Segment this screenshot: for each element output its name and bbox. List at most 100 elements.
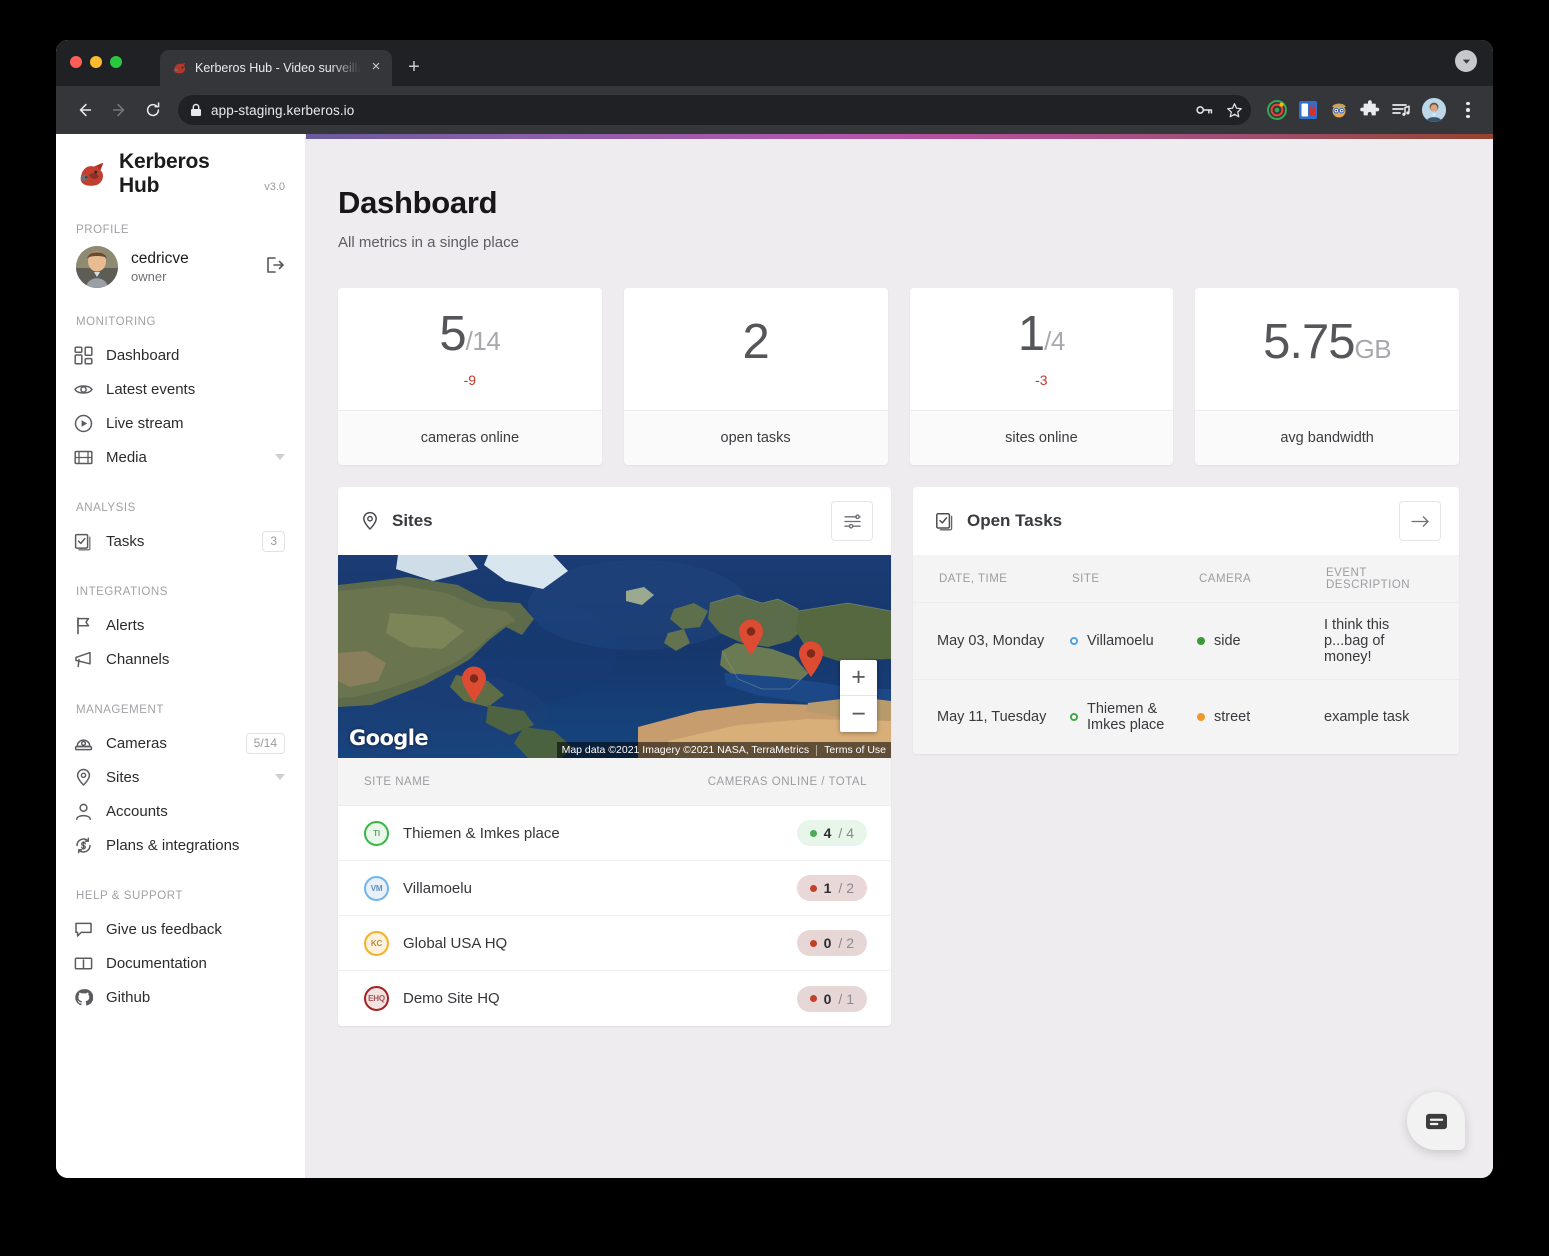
maximize-window-button[interactable] xyxy=(110,56,122,68)
map-pin-marker[interactable] xyxy=(797,640,825,678)
sidebar-item-label: Github xyxy=(106,988,151,1006)
cameras-total-count: / 2 xyxy=(838,880,854,896)
password-key-icon[interactable] xyxy=(1195,103,1214,117)
new-tab-button[interactable]: + xyxy=(399,53,429,83)
chat-support-button[interactable] xyxy=(1407,1092,1465,1150)
column-header-site-name: SITE NAME xyxy=(364,775,431,788)
profile-role: owner xyxy=(131,268,167,284)
column-header-cameras-online-total: CAMERAS ONLINE / TOTAL xyxy=(707,775,867,788)
sidebar-item-alerts[interactable]: Alerts xyxy=(56,608,305,642)
lock-icon xyxy=(191,103,201,116)
sidebar: Kerberos Hub v3.0 PROFILE cedricve owner… xyxy=(56,134,306,1178)
megaphone-icon xyxy=(74,650,93,669)
logout-icon[interactable] xyxy=(263,254,285,281)
page-subtitle: All metrics in a single place xyxy=(338,234,519,251)
sidebar-item-latest-events[interactable]: Latest events xyxy=(56,372,305,406)
sidebar-item-channels[interactable]: Channels xyxy=(56,642,305,676)
cameras-total-count: / 2 xyxy=(838,935,854,951)
back-button[interactable] xyxy=(70,95,100,125)
flag-icon xyxy=(74,616,93,635)
sidebar-item-github[interactable]: Github xyxy=(56,980,305,1014)
emoji-extension-icon[interactable] xyxy=(1329,100,1349,120)
stat-number: 5 xyxy=(439,307,466,361)
tasks-badge: 3 xyxy=(262,530,285,552)
profile-row[interactable]: cedricve owner xyxy=(56,246,305,288)
stat-delta: -3 xyxy=(1035,372,1048,388)
arrow-right-icon xyxy=(1410,515,1429,527)
lastpass-extension-icon[interactable] xyxy=(1298,100,1318,120)
media-playlist-icon[interactable] xyxy=(1391,100,1411,120)
profile-username: cedricve xyxy=(131,249,189,267)
close-window-button[interactable] xyxy=(70,56,82,68)
site-avatar: KC xyxy=(364,930,389,956)
map-terms-link[interactable]: Terms of Use xyxy=(824,744,886,756)
table-row[interactable]: EHQ Demo Site HQ 0 / 1 xyxy=(338,971,891,1026)
minimize-window-button[interactable] xyxy=(90,56,102,68)
map-pin-marker[interactable] xyxy=(737,618,765,656)
stat-value: 5.75 GB xyxy=(1263,318,1391,367)
open-tasks-table-header: DATE, TIME SITE CAMERA EVENT DESCRIPTION xyxy=(913,555,1459,603)
film-icon xyxy=(74,448,93,467)
table-row[interactable]: KC Global USA HQ 0 / 2 xyxy=(338,916,891,971)
sidebar-item-accounts[interactable]: Accounts xyxy=(56,794,305,828)
brand[interactable]: Kerberos Hub v3.0 xyxy=(56,150,305,197)
browser-extensions xyxy=(1261,98,1479,122)
tab-search-button[interactable] xyxy=(1455,50,1477,72)
address-bar[interactable]: app-staging.kerberos.io xyxy=(178,95,1251,125)
browser-menu-button[interactable] xyxy=(1457,101,1479,119)
sidebar-item-label: Latest events xyxy=(106,380,196,398)
sidebar-item-dashboard[interactable]: Dashboard xyxy=(56,338,305,372)
stat-label: avg bandwidth xyxy=(1195,410,1459,465)
stat-value: 2 xyxy=(742,318,769,367)
forward-button[interactable] xyxy=(104,95,134,125)
table-row[interactable]: TI Thiemen & Imkes place 4 / 4 xyxy=(338,806,891,861)
map-pin-marker[interactable] xyxy=(460,665,488,703)
sidebar-item-sites[interactable]: Sites xyxy=(56,760,305,794)
sites-map[interactable]: Google + − Map data ©2021 Imagery ©2021 … xyxy=(338,555,891,758)
chevron-down-icon[interactable] xyxy=(275,454,285,460)
sites-filter-button[interactable] xyxy=(831,501,873,541)
table-row[interactable]: May 03, Monday Villamoelu side I think t… xyxy=(913,603,1459,680)
sidebar-item-tasks[interactable]: Tasks 3 xyxy=(56,524,305,558)
task-description: example task xyxy=(1324,709,1410,725)
site-avatar: TI xyxy=(364,820,389,846)
sidebar-item-live-stream[interactable]: Live stream xyxy=(56,406,305,440)
camera-status-dot xyxy=(1197,637,1205,645)
task-date: May 11, Tuesday xyxy=(937,709,1047,725)
browser-tabstrip: Kerberos Hub - Video surveillance × + xyxy=(56,40,1493,86)
sites-card-header: Sites xyxy=(338,487,891,555)
reload-icon xyxy=(146,102,160,117)
sites-card: Sites Google + − Map data ©2021 Imagery … xyxy=(338,487,891,1026)
cameras-online-pill: 4 / 4 xyxy=(796,820,867,846)
map-zoom-in-button[interactable]: + xyxy=(840,660,877,696)
sidebar-item-media[interactable]: Media xyxy=(56,440,305,474)
close-tab-button[interactable]: × xyxy=(368,59,384,76)
stat-card-cameras-online: 5 /14 -9 cameras online xyxy=(338,288,602,465)
cameras-online-pill: 1 / 2 xyxy=(796,875,867,901)
open-tasks-card-header: Open Tasks xyxy=(913,487,1459,555)
site-name: Global USA HQ xyxy=(403,934,508,952)
target-extension-icon[interactable] xyxy=(1267,100,1287,120)
sidebar-item-plans-integrations[interactable]: Plans & integrations xyxy=(56,828,305,862)
sidebar-item-give-us-feedback[interactable]: Give us feedback xyxy=(56,912,305,946)
column-header-date-time: DATE, TIME xyxy=(939,572,1008,585)
section-label-integrations: INTEGRATIONS xyxy=(76,586,169,598)
table-row[interactable]: VM Villamoelu 1 / 2 xyxy=(338,861,891,916)
extensions-puzzle-icon[interactable] xyxy=(1360,100,1380,120)
open-tasks-go-button[interactable] xyxy=(1399,501,1441,541)
arrow-left-icon xyxy=(79,103,92,117)
bookmark-star-icon[interactable] xyxy=(1226,102,1243,119)
reload-button[interactable] xyxy=(138,95,168,125)
profile-avatar[interactable] xyxy=(1422,98,1446,122)
sidebar-item-label: Cameras xyxy=(106,734,167,752)
chevron-down-icon[interactable] xyxy=(275,774,285,780)
billing-icon xyxy=(74,836,93,855)
table-row[interactable]: May 11, Tuesday Thiemen & Imkes place st… xyxy=(913,680,1459,754)
sidebar-item-documentation[interactable]: Documentation xyxy=(56,946,305,980)
task-icon xyxy=(74,532,93,551)
sidebar-item-cameras[interactable]: Cameras 5/14 xyxy=(56,726,305,760)
browser-tab[interactable]: Kerberos Hub - Video surveillance × xyxy=(160,50,392,86)
map-zoom-out-button[interactable]: − xyxy=(840,696,877,732)
stat-unit: /4 xyxy=(1044,326,1065,356)
map-attribution: Map data ©2021 Imagery ©2021 NASA, Terra… xyxy=(556,742,891,758)
